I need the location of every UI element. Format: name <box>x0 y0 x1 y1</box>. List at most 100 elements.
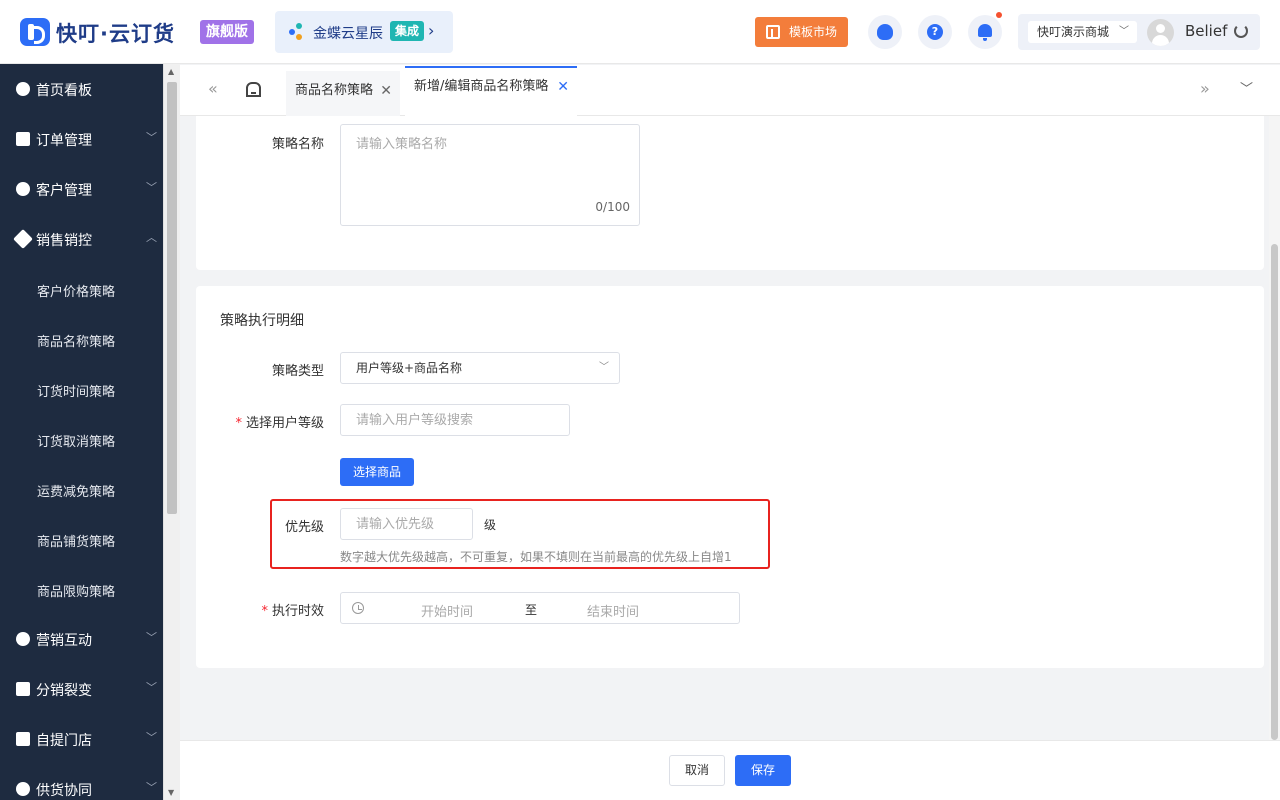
content-scrollbar[interactable] <box>1269 116 1280 740</box>
refresh-icon[interactable] <box>1234 24 1248 38</box>
chevron-down-icon: ﹀ <box>599 362 609 373</box>
sidebar-item-label: 商品名称策略 <box>37 335 116 350</box>
tag-icon <box>13 229 33 249</box>
navigation-icon <box>16 82 30 96</box>
help-button[interactable]: ? <box>918 15 952 49</box>
basic-info-card: 策略名称 请输入策略名称 0/100 <box>196 116 1264 270</box>
layout-icon <box>766 25 780 39</box>
sidebar-item-label: 首页看板 <box>36 83 92 99</box>
notification-button[interactable] <box>968 12 1002 49</box>
chevron-down-icon: ﹀ <box>146 181 157 194</box>
tab-label: 新增/编辑商品名称策略 <box>414 79 549 94</box>
scroll-up-icon[interactable]: ▲ <box>168 67 174 76</box>
section-title: 策略执行明细 <box>220 313 304 329</box>
strategy-name-textarea[interactable]: 请输入策略名称 0/100 <box>340 124 640 226</box>
chevron-down-icon: ﹀ <box>146 631 157 644</box>
chevron-down-icon: ﹀ <box>146 681 157 694</box>
scroll-down-icon[interactable]: ▼ <box>168 788 174 797</box>
chevron-down-icon[interactable]: ﹀ <box>1240 78 1253 97</box>
sidebar-item-label: 订单管理 <box>36 133 92 149</box>
cancel-button[interactable]: 取消 <box>669 755 725 786</box>
headset-icon <box>877 24 893 40</box>
sidebar-item-label: 商品限购策略 <box>37 585 116 600</box>
sidebar-subitem-customer-price[interactable]: 客户价格策略 <box>0 264 163 314</box>
user-icon <box>16 182 30 196</box>
sidebar-subitem-freight[interactable]: 运费减免策略 <box>0 464 163 514</box>
tab-goods-name-strategy[interactable]: 商品名称策略 ✕ <box>286 71 400 116</box>
strategy-type-label: 策略类型 <box>271 364 324 379</box>
target-icon <box>16 632 30 646</box>
clipboard-icon <box>16 132 30 146</box>
link-icon <box>16 782 30 796</box>
sidebar-item-label: 营销互动 <box>36 633 92 649</box>
template-market-label: 模板市场 <box>789 25 838 39</box>
range-separator: 至 <box>525 603 538 617</box>
sidebar-item-label: 订货时间策略 <box>37 385 116 400</box>
store-selector[interactable]: 快叮演示商城 ﹀ <box>1028 21 1137 43</box>
sidebar-item-sales-control[interactable]: 销售销控 ︿ <box>0 214 163 264</box>
sidebar-item-label: 分销裂变 <box>36 683 92 699</box>
sidebar-subitem-purchase-limit[interactable]: 商品限购策略 <box>0 564 163 614</box>
sidebar-item-label: 供货协同 <box>36 783 92 799</box>
sidebar-item-dashboard[interactable]: 首页看板 <box>0 64 163 114</box>
sidebar-item-label: 商品铺货策略 <box>37 535 116 550</box>
logo-icon <box>20 18 50 46</box>
sidebar-menu: 首页看板 订单管理 ﹀ 客户管理 ﹀ 销售销控 ︿ 客户价格策略 商品名称策略 … <box>0 64 163 800</box>
app-logo-text: 快叮·云订货 <box>56 22 175 46</box>
double-chevron-left-icon[interactable]: « <box>208 79 218 98</box>
chevron-up-icon: ︿ <box>146 231 157 244</box>
home-icon[interactable] <box>246 82 261 97</box>
double-chevron-right-icon[interactable]: » <box>1200 79 1210 98</box>
sidebar-item-label: 销售销控 <box>36 233 92 249</box>
end-time-placeholder[interactable]: 结束时间 <box>587 601 639 620</box>
avatar[interactable] <box>1147 19 1174 46</box>
user-level-search-input[interactable]: 请输入用户等级搜索 <box>340 404 570 436</box>
execution-detail-card: 策略执行明细 策略类型 用户等级+商品名称 ﹀ * 选择用户等级 请输入用户等级搜… <box>196 286 1264 668</box>
customer-service-button[interactable] <box>868 15 902 49</box>
sidebar-subitem-distribution[interactable]: 商品铺货策略 <box>0 514 163 564</box>
sidebar-item-marketing[interactable]: 营销互动 ﹀ <box>0 614 163 664</box>
close-icon[interactable]: ✕ <box>380 71 392 111</box>
close-icon[interactable]: ✕ <box>557 68 569 106</box>
sidebar-subitem-order-cancel[interactable]: 订货取消策略 <box>0 414 163 464</box>
sidebar-item-pickup-store[interactable]: 自提门店 ﹀ <box>0 714 163 764</box>
strategy-name-label: 策略名称 <box>271 137 324 152</box>
sidebar-subitem-goods-name[interactable]: 商品名称策略 <box>0 314 163 364</box>
chevron-down-icon: ﹀ <box>146 731 157 744</box>
start-time-placeholder[interactable]: 开始时间 <box>421 601 473 620</box>
scrollbar-thumb[interactable] <box>1271 244 1278 740</box>
kingdee-integration-link[interactable]: 金蝶云星辰 集成 › <box>275 11 453 53</box>
template-market-button[interactable]: 模板市场 <box>755 17 848 47</box>
tab-edit-goods-name-strategy[interactable]: 新增/编辑商品名称策略 ✕ <box>405 66 577 116</box>
sidebar-item-orders[interactable]: 订单管理 ﹀ <box>0 114 163 164</box>
username[interactable]: Belief <box>1185 22 1227 40</box>
kingdee-logo-icon <box>289 23 307 41</box>
chevron-down-icon: ﹀ <box>146 131 157 144</box>
edition-badge: 旗舰版 <box>200 20 254 44</box>
chevron-down-icon: ﹀ <box>146 781 157 794</box>
exec-time-label: * 执行时效 <box>214 600 324 619</box>
user-level-label: * 选择用户等级 <box>214 412 324 431</box>
sidebar-item-fission[interactable]: 分销裂变 ﹀ <box>0 664 163 714</box>
form-footer: 取消 保存 <box>180 740 1280 800</box>
sidebar-item-label: 客户价格策略 <box>37 285 116 300</box>
select-goods-button[interactable]: 选择商品 <box>340 458 414 486</box>
tab-label: 商品名称策略 <box>295 83 374 98</box>
char-counter: 0/100 <box>595 200 630 214</box>
scrollbar-thumb[interactable] <box>167 82 177 514</box>
date-range-picker[interactable]: 开始时间 至 结束时间 <box>340 592 740 624</box>
top-header: 快叮·云订货 旗舰版 金蝶云星辰 集成 › 模板市场 ? 快叮演示商城 ﹀ Be… <box>0 0 1280 64</box>
sidebar-subitem-order-time[interactable]: 订货时间策略 <box>0 364 163 414</box>
user-level-label-text: 选择用户等级 <box>245 416 324 431</box>
strategy-type-select[interactable]: 用户等级+商品名称 ﹀ <box>340 352 620 384</box>
sidebar-scrollbar[interactable]: ▲ ▼ <box>163 64 180 800</box>
sidebar-item-supply[interactable]: 供货协同 ﹀ <box>0 764 163 800</box>
sidebar-item-customers[interactable]: 客户管理 ﹀ <box>0 164 163 214</box>
store-icon <box>16 732 30 746</box>
user-area: 快叮演示商城 ﹀ Belief <box>1018 14 1260 50</box>
help-icon: ? <box>927 24 943 40</box>
strategy-name-placeholder: 请输入策略名称 <box>356 137 448 152</box>
tab-bar: « 商品名称策略 ✕ 新增/编辑商品名称策略 ✕ » ﹀ <box>180 65 1280 116</box>
save-button[interactable]: 保存 <box>735 755 791 786</box>
sidebar-item-label: 运费减免策略 <box>37 485 116 500</box>
